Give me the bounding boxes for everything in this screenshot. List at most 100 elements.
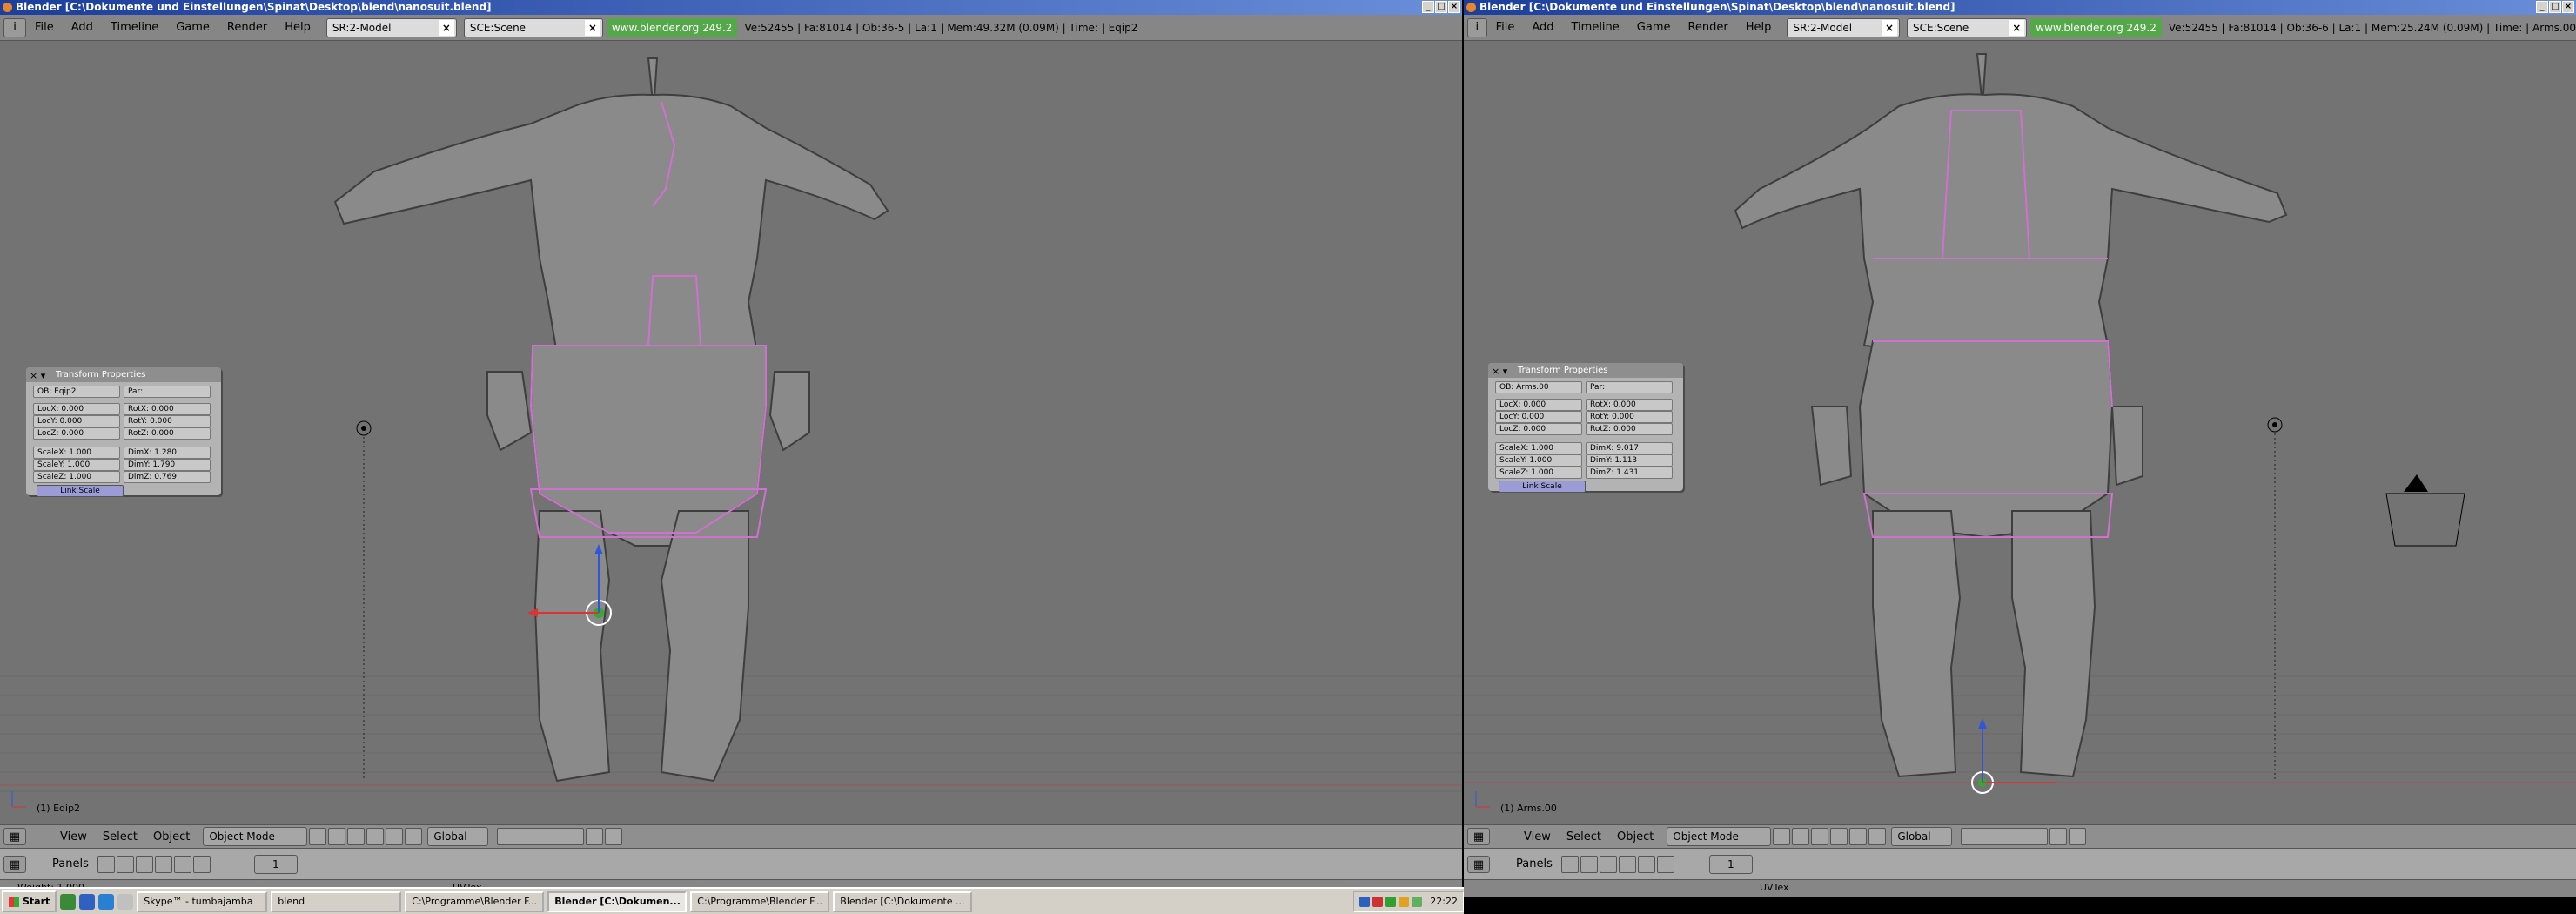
manipulator-hand-icon[interactable] (1811, 828, 1829, 845)
locz-field[interactable]: LocZ: 0.000 (1495, 423, 1582, 435)
menu-view[interactable]: View (1516, 830, 1559, 843)
menu-render[interactable]: Render (218, 21, 276, 34)
pivot-icon[interactable] (328, 828, 346, 845)
roty-field[interactable]: RotY: 0.000 (1586, 411, 1673, 423)
translate-icon[interactable] (366, 828, 385, 845)
close-button[interactable]: × (2562, 1, 2574, 13)
locx-field[interactable]: LocX: 0.000 (33, 403, 120, 415)
mode-selector[interactable]: Object Mode (203, 827, 308, 846)
quicklaunch-icon-3[interactable] (98, 893, 115, 910)
camera-object[interactable] (2385, 474, 2465, 547)
quicklaunch-icon-1[interactable] (60, 893, 77, 910)
menu-select[interactable]: Select (95, 830, 145, 843)
dimx-field[interactable]: DimX: 9.017 (1586, 442, 1673, 454)
tray-icon[interactable] (1372, 896, 1384, 907)
start-button[interactable]: Start (2, 890, 57, 912)
scale-icon[interactable] (1868, 828, 1887, 845)
buttons-window-type-icon[interactable]: ▦ (3, 855, 26, 873)
scene-selector[interactable]: SCE:Scene × (463, 17, 603, 37)
delete-screen-icon[interactable]: × (1882, 19, 1898, 36)
menu-timeline[interactable]: Timeline (102, 21, 167, 34)
layer-buttons[interactable] (1961, 828, 2049, 845)
rotx-field[interactable]: RotX: 0.000 (124, 403, 211, 415)
scene-selector[interactable]: SCE:Scene × (1907, 17, 2028, 37)
frame-field[interactable]: 1 (253, 854, 298, 874)
dimy-field[interactable]: DimY: 1.113 (1586, 454, 1673, 467)
screen-selector[interactable]: SR:2-Model × (325, 17, 457, 37)
dimz-field[interactable]: DimZ: 0.769 (124, 471, 211, 483)
scalex-field[interactable]: ScaleX: 1.000 (1495, 442, 1582, 454)
blender-url[interactable]: www.blender.org 249.2 (606, 17, 738, 37)
dimx-field[interactable]: DimX: 1.280 (124, 447, 211, 459)
menu-select[interactable]: Select (1559, 830, 1609, 843)
info-window-type-icon[interactable]: i (1467, 17, 1487, 37)
shading-context-icon[interactable] (1599, 855, 1617, 873)
locy-field[interactable]: LocY: 0.000 (1495, 411, 1582, 423)
object-name-field[interactable]: OB: Eqip2 (33, 386, 120, 398)
draw-type-icon[interactable] (309, 828, 327, 845)
scale-icon[interactable] (405, 828, 423, 845)
menu-timeline[interactable]: Timeline (1563, 21, 1628, 34)
minimize-button[interactable]: _ (1422, 1, 1434, 13)
menu-help[interactable]: Help (1737, 21, 1781, 34)
script-context-icon[interactable] (116, 855, 134, 873)
dimz-field[interactable]: DimZ: 1.431 (1586, 467, 1673, 479)
translate-icon[interactable] (1830, 828, 1848, 845)
screen-selector[interactable]: SR:2-Model × (1787, 17, 1901, 37)
tray-icon[interactable] (1385, 896, 1397, 907)
menu-file[interactable]: File (26, 21, 63, 34)
info-window-type-icon[interactable]: i (3, 17, 26, 37)
panel-close-icon[interactable]: × ▾ (30, 368, 45, 383)
parent-field[interactable]: Par: (1586, 381, 1673, 393)
dimy-field[interactable]: DimY: 1.790 (124, 459, 211, 471)
scalez-field[interactable]: ScaleZ: 1.000 (1495, 467, 1582, 479)
rotate-icon[interactable] (1849, 828, 1868, 845)
menu-object[interactable]: Object (145, 830, 198, 843)
render-icon[interactable] (2069, 828, 2087, 845)
menu-add[interactable]: Add (63, 21, 102, 34)
window-type-icon[interactable]: ▦ (1467, 828, 1490, 845)
menu-game[interactable]: Game (167, 21, 218, 34)
transform-properties-panel[interactable]: × ▾ Transform Properties OB: Arms.00 Par:… (1488, 363, 1683, 493)
rotz-field[interactable]: RotZ: 0.000 (124, 427, 211, 440)
menu-help[interactable]: Help (276, 21, 319, 34)
shading-context-icon[interactable] (135, 855, 153, 873)
3d-viewport[interactable]: × ▾ Transform Properties OB: Arms.00 Par:… (1464, 41, 2576, 824)
delete-screen-icon[interactable]: × (438, 19, 454, 36)
3d-viewport[interactable]: × ▾ Transform Properties OB: Eqip2 Par: L… (0, 41, 1462, 824)
frame-field[interactable]: 1 (1708, 854, 1753, 874)
logic-context-icon[interactable] (97, 855, 115, 873)
locz-field[interactable]: LocZ: 0.000 (33, 427, 120, 440)
task-blender-console-1[interactable]: C:\Programme\Blender F... (405, 890, 545, 912)
tray-icon[interactable] (1412, 896, 1423, 907)
scalez-field[interactable]: ScaleZ: 1.000 (33, 471, 120, 483)
draw-type-icon[interactable] (1773, 828, 1791, 845)
scaley-field[interactable]: ScaleY: 1.000 (33, 459, 120, 471)
quicklaunch-icon-2[interactable] (79, 893, 96, 910)
locy-field[interactable]: LocY: 0.000 (33, 415, 120, 427)
menu-add[interactable]: Add (1523, 21, 1562, 34)
task-blender-2[interactable]: Blender [C:\Dokumente ... (833, 890, 973, 912)
minimize-button[interactable]: _ (2536, 1, 2548, 13)
delete-scene-icon[interactable]: × (2009, 19, 2025, 36)
scene-context-icon[interactable] (192, 855, 211, 873)
scene-context-icon[interactable] (1656, 855, 1674, 873)
pivot-icon[interactable] (1792, 828, 1810, 845)
blender-url[interactable]: www.blender.org 249.2 (2030, 17, 2162, 37)
rotate-icon[interactable] (386, 828, 404, 845)
maximize-button[interactable]: □ (1435, 1, 1447, 13)
delete-scene-icon[interactable]: × (584, 19, 600, 36)
object-name-field[interactable]: OB: Arms.00 (1495, 381, 1582, 393)
task-blend-folder[interactable]: blend (271, 890, 402, 912)
lamp-object[interactable] (356, 420, 372, 781)
orientation-selector[interactable]: Global (427, 827, 489, 846)
logic-context-icon[interactable] (1560, 855, 1579, 873)
menu-object[interactable]: Object (1609, 830, 1661, 843)
tray-icon[interactable] (1359, 896, 1371, 907)
menu-file[interactable]: File (1487, 21, 1524, 34)
manipulator-hand-icon[interactable] (347, 828, 366, 845)
task-blender-console-2[interactable]: C:\Programme\Blender F... (690, 890, 830, 912)
lamp-object[interactable] (2267, 417, 2283, 781)
maximize-button[interactable]: □ (2549, 1, 2561, 13)
rotz-field[interactable]: RotZ: 0.000 (1586, 423, 1673, 435)
